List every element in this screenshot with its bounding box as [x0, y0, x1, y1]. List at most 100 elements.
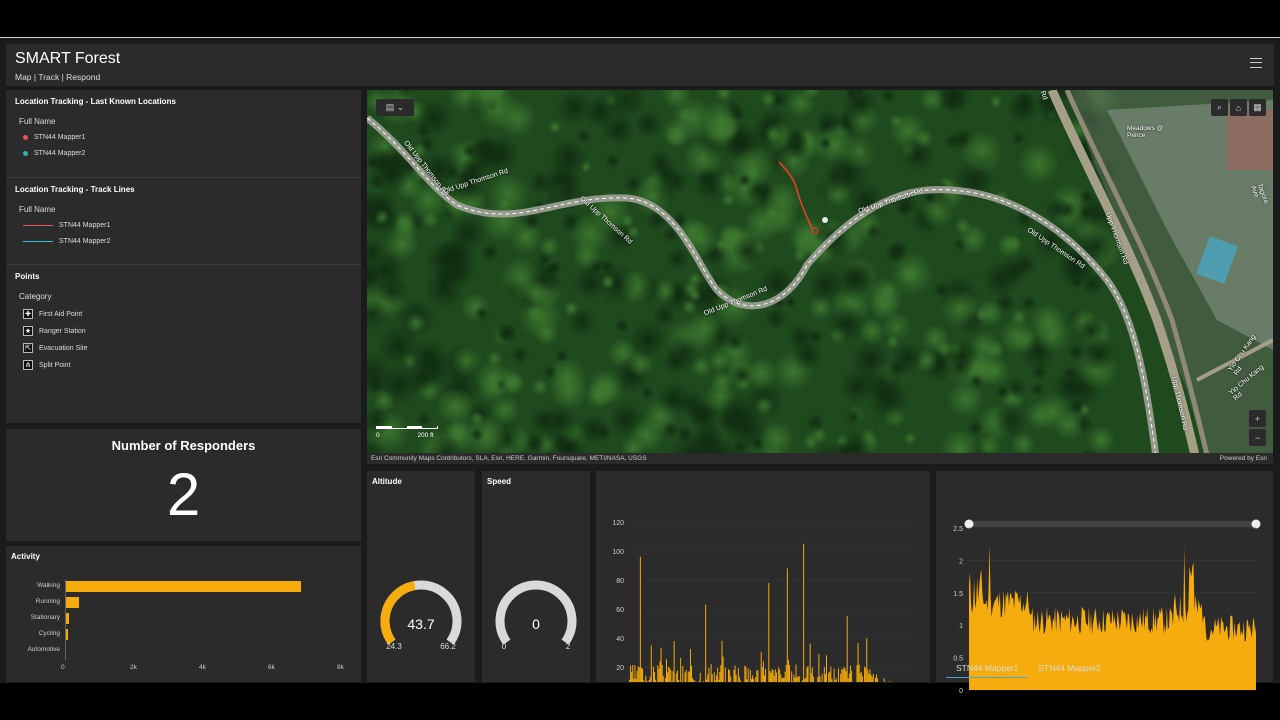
- tab-mapper2[interactable]: STN44 Mapper2: [1028, 660, 1110, 678]
- legend-item-label: STN44 Mapper1: [34, 134, 86, 141]
- basemap-gallery-button[interactable]: ▦: [1249, 99, 1266, 116]
- data-bar: [805, 677, 807, 682]
- data-bar: [756, 670, 758, 682]
- data-bar: [657, 665, 659, 682]
- data-bar: [851, 670, 853, 682]
- range-slider-handle-end[interactable]: [1251, 519, 1261, 529]
- scale-start: 0: [376, 432, 380, 439]
- data-bar: [632, 664, 634, 682]
- data-bar: [645, 675, 647, 682]
- data-bar: [883, 678, 885, 682]
- serial-chart-panel: 02040608010012015.400001525878942.965.24…: [596, 471, 930, 682]
- data-bar: [630, 665, 632, 682]
- place-label: Meadows @ Peirce: [1127, 125, 1164, 140]
- data-bar: [858, 664, 860, 682]
- y-tick-label: 20: [616, 665, 624, 672]
- grid-icon: ▦: [1253, 102, 1262, 112]
- data-bar: [733, 669, 735, 682]
- data-bar: [747, 668, 749, 682]
- data-bar: [823, 667, 825, 682]
- map-view[interactable]: Old Upp Thomson Rd Old Upp Thomson Rd Ol…: [367, 90, 1273, 464]
- data-bar: [629, 679, 630, 682]
- data-bar: [819, 676, 821, 682]
- data-bar: [821, 673, 823, 682]
- data-bar: [673, 640, 675, 682]
- y-tick-label: 60: [616, 607, 624, 614]
- dashboard-app: SMART Forest Map | Track | Respond Locat…: [0, 37, 1280, 695]
- data-bar: [659, 661, 661, 682]
- home-button[interactable]: ⌂: [1230, 99, 1247, 116]
- data-bar: [722, 656, 724, 682]
- data-bar: [716, 675, 718, 682]
- data-bar: [810, 673, 812, 682]
- gauge-value: 43.7: [407, 616, 434, 632]
- data-bar: [687, 671, 689, 682]
- responders-title: Number of Responders: [111, 438, 256, 453]
- data-bar: [637, 666, 639, 682]
- legend-item: ⇱ Evacuation Site: [23, 343, 88, 353]
- data-bar: [871, 676, 873, 682]
- data-bar: [857, 642, 859, 682]
- minus-icon: −: [1254, 432, 1261, 443]
- data-bar: [746, 679, 748, 682]
- data-bar: [792, 681, 794, 682]
- powered-by-text[interactable]: Powered by Esri: [1220, 453, 1267, 464]
- data-bar: [867, 669, 869, 682]
- zoom-out-button[interactable]: −: [1249, 429, 1266, 446]
- data-bar: [842, 669, 844, 682]
- altitude-panel: Altitude 43.7 24.3 66.2: [367, 471, 475, 682]
- data-bar: [730, 676, 732, 682]
- category-label: Walking: [37, 582, 60, 589]
- data-bar: [672, 671, 674, 682]
- data-bar: [662, 675, 664, 682]
- data-bar: [721, 640, 723, 682]
- data-bar: [770, 672, 772, 682]
- data-bar: [791, 671, 793, 682]
- serial-chart[interactable]: 02040608010012015.400001525878942.965.24…: [596, 471, 930, 682]
- data-bar: [844, 668, 846, 682]
- data-bar: [860, 672, 862, 682]
- layer-list-button[interactable]: ▤ ⌄: [376, 99, 414, 116]
- data-bar: [655, 679, 657, 682]
- gauge-min: 24.3: [386, 642, 402, 651]
- data-bar: [636, 671, 638, 682]
- data-bar: [872, 673, 874, 682]
- activity-bar[interactable]: [65, 597, 79, 608]
- data-bar: [809, 643, 811, 682]
- range-slider-track[interactable]: [969, 521, 1256, 527]
- data-bar: [685, 669, 687, 682]
- data-bar: [769, 670, 771, 682]
- data-bar: [654, 672, 656, 682]
- tab-mapper1[interactable]: STN44 Mapper1: [946, 660, 1029, 678]
- data-bar: [768, 582, 770, 682]
- legend-section-title: Location Tracking - Last Known Locations: [15, 97, 176, 106]
- data-bar: [677, 679, 679, 682]
- data-bar: [824, 674, 826, 682]
- activity-bar[interactable]: [65, 581, 302, 592]
- data-bar: [640, 667, 642, 682]
- data-bar: [846, 616, 848, 682]
- range-slider-handle-start[interactable]: [964, 519, 974, 529]
- gauge-track: [495, 580, 577, 645]
- data-bar: [874, 677, 876, 682]
- zoom-in-button[interactable]: +: [1249, 410, 1266, 427]
- data-bar: [778, 667, 780, 682]
- data-bar: [753, 678, 755, 682]
- data-bar: [667, 672, 669, 682]
- search-icon: ⌕: [1216, 102, 1223, 112]
- data-bar: [840, 673, 842, 682]
- data-bar: [870, 674, 872, 682]
- gauge-max: 2: [566, 642, 571, 651]
- data-bar: [847, 678, 849, 682]
- search-button[interactable]: ⌕: [1211, 99, 1228, 116]
- hamburger-menu-icon[interactable]: [1250, 58, 1262, 68]
- legend-item-label: STN44 Mapper2: [34, 150, 86, 157]
- data-bar: [833, 668, 835, 682]
- data-bar: [729, 670, 731, 682]
- data-bar: [648, 680, 650, 682]
- data-bar: [749, 669, 751, 682]
- category-label: Automotive: [27, 646, 60, 653]
- data-bar: [765, 668, 767, 682]
- y-tick-label: 120: [612, 520, 624, 527]
- data-bar: [796, 677, 798, 682]
